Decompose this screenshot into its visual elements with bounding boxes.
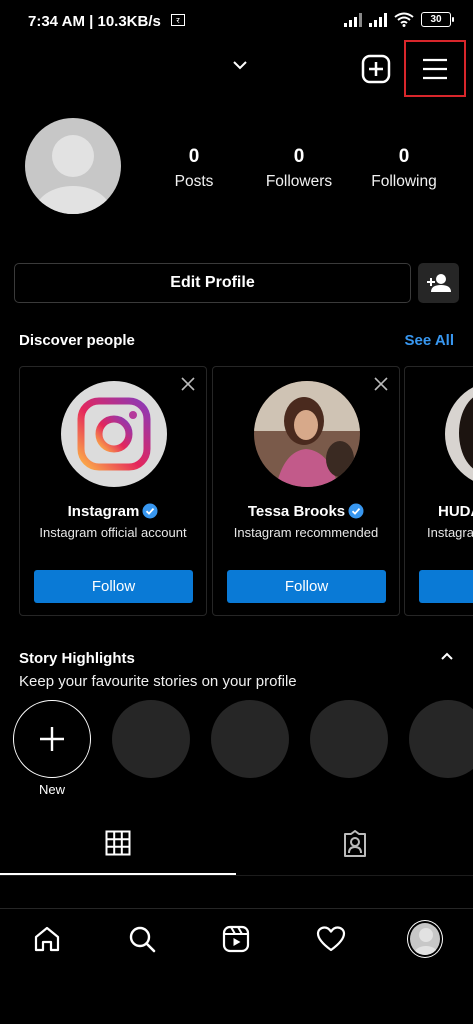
- plus-icon: [40, 727, 64, 751]
- suggestion-subtitle: Instagra: [427, 525, 473, 540]
- following-label: Following: [371, 173, 437, 190]
- close-icon[interactable]: [181, 377, 195, 391]
- nav-search[interactable]: [125, 922, 159, 956]
- discover-people-title: Discover people: [19, 332, 135, 349]
- battery-indicator: 30: [421, 12, 454, 27]
- suggestion-name-text: Tessa Brooks: [247, 503, 346, 520]
- status-icons: 30: [344, 12, 454, 27]
- story-highlights-title: Story Highlights: [19, 650, 135, 667]
- suggestion-subtitle: Instagram official account: [39, 525, 187, 540]
- posts-count: 0: [188, 146, 200, 167]
- status-bar: 7:34 AM | 10.3KB/s र 30: [0, 0, 473, 44]
- verified-badge-icon: [142, 503, 158, 519]
- follow-button[interactable]: Follow: [227, 570, 386, 603]
- discover-people-button[interactable]: [418, 263, 459, 303]
- suggestion-card[interactable]: HUDA Instagra: [404, 366, 473, 616]
- story-highlights-subtitle: Keep your favourite stories on your prof…: [19, 673, 297, 690]
- tessa-brooks-avatar: [254, 381, 360, 487]
- tab-grid[interactable]: [0, 830, 236, 876]
- follow-button[interactable]: [419, 570, 473, 603]
- posts-label: Posts: [174, 173, 214, 190]
- suggestion-subtitle: Instagram recommended: [233, 525, 379, 540]
- nav-profile[interactable]: [408, 921, 442, 957]
- svg-text:र: र: [176, 16, 180, 25]
- add-person-icon: [426, 274, 451, 292]
- instagram-logo-avatar: [61, 381, 167, 487]
- divider: [0, 908, 473, 909]
- edit-profile-button[interactable]: Edit Profile: [14, 263, 411, 303]
- wifi-icon: [394, 12, 414, 27]
- suggestion-card[interactable]: Instagram Instagram official account Fol…: [19, 366, 207, 616]
- profile-photo-icon: [445, 381, 473, 487]
- suggestion-name[interactable]: HUDA: [438, 503, 473, 520]
- suggestion-card[interactable]: Tessa Brooks Instagram recommended Follo…: [212, 366, 400, 616]
- hindi-indicator-icon: र: [171, 14, 185, 26]
- search-icon: [129, 926, 156, 953]
- default-avatar-icon: [35, 135, 111, 214]
- followers-count: 0: [293, 146, 305, 167]
- follow-button[interactable]: Follow: [34, 570, 193, 603]
- suggestion-name[interactable]: Instagram: [20, 503, 206, 520]
- tab-tagged[interactable]: [237, 830, 473, 876]
- heart-icon: [316, 926, 346, 952]
- highlight-placeholder: [409, 700, 473, 778]
- nav-reels[interactable]: [219, 922, 253, 956]
- divider: [0, 875, 473, 876]
- posts-stat[interactable]: 0 Posts: [144, 146, 244, 191]
- highlight-placeholder: [112, 700, 190, 778]
- hamburger-menu-icon: [423, 58, 447, 79]
- see-all-link[interactable]: See All: [405, 332, 454, 349]
- followers-stat[interactable]: 0 Followers: [249, 146, 349, 191]
- tagged-person-icon: [344, 830, 366, 857]
- instagram-logo-icon: [77, 397, 151, 471]
- status-time: 7:34 AM | 10.3KB/s: [28, 13, 161, 30]
- profile-header: [0, 40, 473, 97]
- plus-square-icon[interactable]: [361, 54, 391, 84]
- following-count: 0: [398, 146, 410, 167]
- signal-icon: [369, 12, 387, 27]
- suggestion-name[interactable]: Tessa Brooks: [213, 503, 399, 520]
- nav-activity[interactable]: [314, 922, 348, 956]
- profile-photo-icon: [254, 381, 360, 487]
- reels-icon: [222, 925, 250, 953]
- profile-avatar[interactable]: [25, 118, 121, 214]
- suggestion-name-text: Instagram: [67, 503, 140, 520]
- home-icon: [34, 926, 60, 952]
- signal-icon: [344, 12, 362, 27]
- chevron-up-icon[interactable]: [440, 652, 454, 661]
- chevron-down-icon[interactable]: [232, 60, 248, 70]
- default-avatar-icon: [414, 928, 438, 955]
- menu-button[interactable]: [404, 40, 466, 97]
- huda-avatar: [445, 381, 473, 487]
- followers-label: Followers: [265, 173, 333, 190]
- verified-badge-icon: [348, 503, 364, 519]
- avatar: [408, 921, 442, 957]
- new-highlight-label: New: [38, 782, 65, 797]
- highlight-placeholder: [310, 700, 388, 778]
- new-highlight-button[interactable]: [13, 700, 91, 778]
- highlight-placeholder: [211, 700, 289, 778]
- grid-icon: [105, 830, 131, 856]
- following-stat[interactable]: 0 Following: [354, 146, 454, 191]
- close-icon[interactable]: [374, 377, 388, 391]
- nav-home[interactable]: [30, 922, 64, 956]
